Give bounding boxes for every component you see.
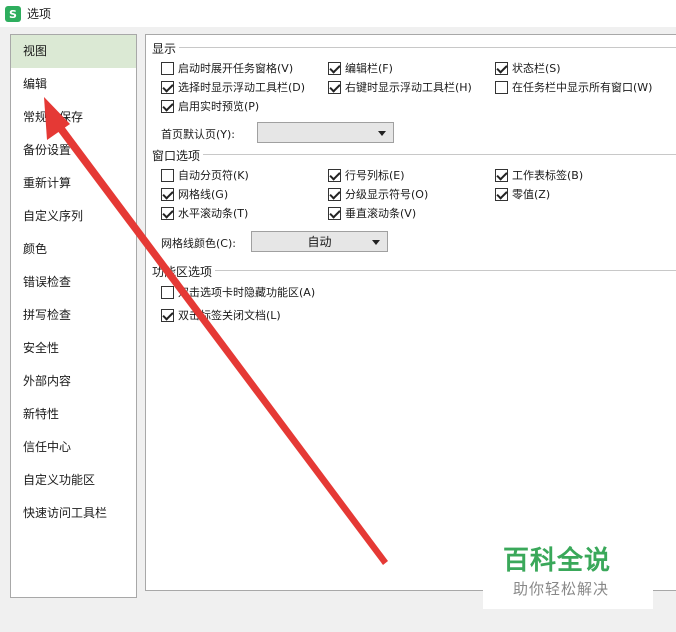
grid-color-dropdown[interactable]: 自动 [251, 231, 388, 252]
checkbox-close-doc-on-double-click[interactable]: 双击标签关闭文档(L) [161, 307, 281, 323]
group-divider [201, 154, 676, 155]
checkbox-live-preview[interactable]: 启用实时预览(P) [161, 98, 259, 114]
sidebar-item-color[interactable]: 颜色 [11, 233, 136, 266]
checkbox-gridlines[interactable]: 网格线(G) [161, 186, 228, 202]
title-bar: S 选项 [0, 0, 676, 27]
checkbox-label: 分级显示符号(O) [345, 188, 429, 201]
checkbox-vertical-scrollbar[interactable]: 垂直滚动条(V) [328, 205, 416, 221]
checkbox-box[interactable] [328, 206, 341, 220]
checkbox-expand-task-pane[interactable]: 启动时展开任务窗格(V) [161, 60, 293, 76]
sidebar-item-spell-check[interactable]: 拼写检查 [11, 299, 136, 332]
group-divider [214, 270, 676, 271]
window-title: 选项 [27, 7, 52, 21]
checkbox-floating-toolbar-on-select[interactable]: 选择时显示浮动工具栏(D) [161, 79, 305, 95]
dropdown-value: 自动 [307, 235, 332, 249]
sidebar-item-view[interactable]: 视图 [11, 35, 136, 68]
watermark-subtitle: 助你轻松解决 [513, 580, 610, 598]
checkbox-box[interactable] [161, 80, 174, 94]
grid-color-label: 网格线颜色(C): [161, 237, 236, 250]
sidebar-item-new-features[interactable]: 新特性 [11, 398, 136, 431]
sidebar-item-error-check[interactable]: 错误检查 [11, 266, 136, 299]
checkbox-label: 启用实时预览(P) [178, 100, 260, 113]
checkbox-box[interactable] [328, 168, 341, 182]
checkbox-box[interactable] [161, 206, 174, 220]
home-page-dropdown[interactable] [257, 122, 394, 143]
checkbox-label: 行号列标(E) [345, 169, 405, 182]
checkbox-auto-page-break[interactable]: 自动分页符(K) [161, 167, 249, 183]
checkbox-label: 编辑栏(F) [345, 62, 393, 75]
sidebar-item-recalculate[interactable]: 重新计算 [11, 167, 136, 200]
checkbox-label: 状态栏(S) [512, 62, 561, 75]
checkbox-box[interactable] [495, 80, 508, 94]
sidebar-item-security[interactable]: 安全性 [11, 332, 136, 365]
checkbox-label: 在任务栏中显示所有窗口(W) [512, 81, 653, 94]
checkbox-box[interactable] [495, 168, 508, 182]
checkbox-label: 网格线(G) [178, 188, 229, 201]
sidebar-item-quick-access-toolbar[interactable]: 快速访问工具栏 [11, 497, 136, 530]
sidebar-item-custom-lists[interactable]: 自定义序列 [11, 200, 136, 233]
checkbox-box[interactable] [161, 285, 174, 299]
checkbox-horizontal-scrollbar[interactable]: 水平滚动条(T) [161, 205, 248, 221]
group-title-display: 显示 [152, 40, 180, 57]
checkbox-label: 选择时显示浮动工具栏(D) [178, 81, 306, 94]
sidebar-item-customize-ribbon[interactable]: 自定义功能区 [11, 464, 136, 497]
checkbox-box[interactable] [161, 61, 174, 75]
checkbox-label: 工作表标签(B) [512, 169, 584, 182]
options-sidebar: 视图 编辑 常规与保存 备份设置 重新计算 自定义序列 颜色 错误检查 拼写检查… [10, 34, 137, 598]
checkbox-box[interactable] [328, 61, 341, 75]
checkbox-row-col-headers[interactable]: 行号列标(E) [328, 167, 405, 183]
checkbox-formula-bar[interactable]: 编辑栏(F) [328, 60, 393, 76]
checkbox-label: 右键时显示浮动工具栏(H) [345, 81, 472, 94]
group-title-ribbon-options: 功能区选项 [152, 263, 216, 280]
dialog-footer [0, 610, 676, 632]
checkbox-box[interactable] [161, 308, 174, 322]
group-title-window-options: 窗口选项 [152, 147, 204, 164]
checkbox-box[interactable] [328, 187, 341, 201]
checkbox-label: 双击标签关闭文档(L) [178, 309, 281, 322]
checkbox-status-bar[interactable]: 状态栏(S) [495, 60, 561, 76]
checkbox-label: 自动分页符(K) [178, 169, 249, 182]
checkbox-box[interactable] [161, 187, 174, 201]
checkbox-label: 垂直滚动条(V) [345, 207, 417, 220]
watermark-logo: 百科全说 助你轻松解决 [483, 534, 653, 609]
sidebar-item-backup[interactable]: 备份设置 [11, 134, 136, 167]
checkbox-hide-ribbon-on-double-click[interactable]: 双击选项卡时隐藏功能区(A) [161, 284, 315, 300]
checkbox-outline-symbols[interactable]: 分级显示符号(O) [328, 186, 428, 202]
checkbox-box[interactable] [495, 187, 508, 201]
checkbox-label: 双击选项卡时隐藏功能区(A) [178, 286, 316, 299]
group-divider [176, 47, 676, 48]
checkbox-box[interactable] [161, 99, 174, 113]
home-page-label: 首页默认页(Y): [161, 128, 236, 141]
checkbox-show-all-windows-taskbar[interactable]: 在任务栏中显示所有窗口(W) [495, 79, 652, 95]
checkbox-label: 启动时展开任务窗格(V) [178, 62, 294, 75]
sidebar-item-edit[interactable]: 编辑 [11, 68, 136, 101]
chevron-down-icon [378, 131, 386, 136]
options-content-panel: 显示 启动时展开任务窗格(V) 编辑栏(F) 状态栏(S) 选择时显示浮动工具栏… [145, 34, 676, 591]
checkbox-label: 水平滚动条(T) [178, 207, 249, 220]
app-logo-icon: S [5, 6, 21, 22]
checkbox-box[interactable] [161, 168, 174, 182]
checkbox-sheet-tabs[interactable]: 工作表标签(B) [495, 167, 583, 183]
sidebar-item-external-content[interactable]: 外部内容 [11, 365, 136, 398]
chevron-down-icon [372, 240, 380, 245]
checkbox-label: 零值(Z) [512, 188, 551, 201]
sidebar-item-trust-center[interactable]: 信任中心 [11, 431, 136, 464]
watermark-title: 百科全说 [503, 546, 612, 576]
sidebar-item-general-save[interactable]: 常规与保存 [11, 101, 136, 134]
checkbox-box[interactable] [328, 80, 341, 94]
checkbox-floating-toolbar-on-right-click[interactable]: 右键时显示浮动工具栏(H) [328, 79, 472, 95]
checkbox-zero-values[interactable]: 零值(Z) [495, 186, 550, 202]
checkbox-box[interactable] [495, 61, 508, 75]
